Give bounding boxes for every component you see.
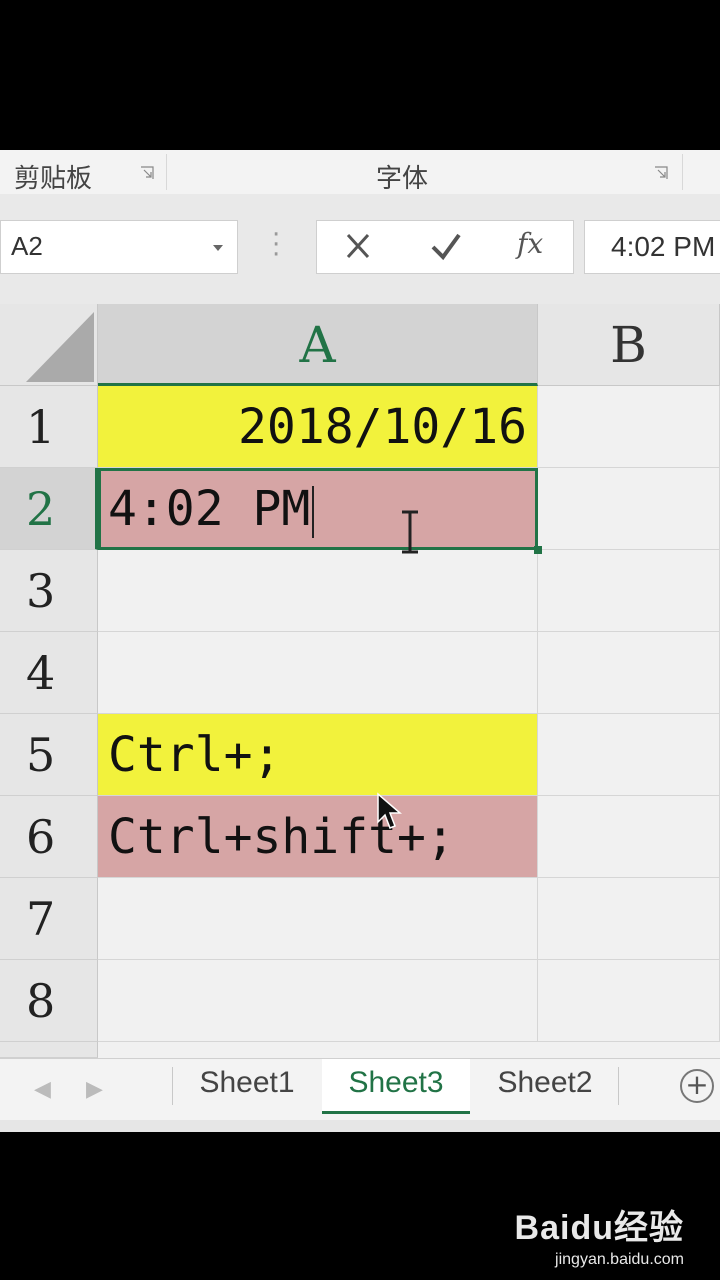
baidu-watermark: Baidu经验 jingyan.baidu.com [515, 1200, 684, 1269]
tab-sheet1[interactable]: Sheet1 [176, 1059, 318, 1111]
row-header-7[interactable]: 7 [0, 878, 98, 960]
cell-a4[interactable] [98, 632, 538, 714]
cell-b6[interactable] [538, 796, 720, 878]
cell-a2-value: 4:02 PM [108, 481, 311, 537]
tab-scroll-right-icon[interactable]: ▶ [86, 1077, 103, 1102]
close-icon[interactable] [333, 227, 383, 267]
watermark-url: jingyan.baidu.com [555, 1251, 684, 1268]
ribbon-group-labels: 剪贴板 字体 [0, 150, 720, 195]
clipboard-group-label: 剪贴板 [14, 164, 93, 194]
tab-divider [172, 1067, 173, 1105]
mouse-pointer-icon [377, 792, 402, 829]
column-header-a[interactable]: A [98, 304, 538, 386]
watermark-brand: Baidu经验 [514, 1209, 684, 1247]
name-box[interactable]: A2 [0, 220, 238, 274]
cell-a5[interactable]: Ctrl+; [98, 714, 538, 796]
row-header-4[interactable]: 4 [0, 632, 98, 714]
cell-b5[interactable] [538, 714, 720, 796]
ribbon-divider [166, 154, 167, 190]
ribbon-divider [682, 154, 683, 190]
row-header-1[interactable]: 1 [0, 386, 98, 468]
cell-b3[interactable] [538, 550, 720, 632]
cell-a7[interactable] [98, 878, 538, 960]
name-box-value: A2 [11, 231, 43, 261]
column-header-b[interactable]: B [538, 304, 720, 386]
select-all-button[interactable] [0, 304, 98, 386]
row-header-3[interactable]: 3 [0, 550, 98, 632]
cell-a6[interactable]: Ctrl+shift+; [98, 796, 538, 878]
formula-input[interactable]: 4:02 PM [584, 220, 720, 274]
text-cursor-icon [402, 510, 418, 554]
cell-b4[interactable] [538, 632, 720, 714]
insert-function-button[interactable]: fx [517, 227, 543, 260]
tab-sheet3[interactable]: Sheet3 [322, 1059, 470, 1114]
add-sheet-button[interactable]: + [680, 1069, 714, 1103]
row-header-8[interactable]: 8 [0, 960, 98, 1042]
font-group-label: 字体 [376, 164, 429, 194]
cell-b8[interactable] [538, 960, 720, 1042]
row-header-5[interactable]: 5 [0, 714, 98, 796]
formula-buttons: fx [316, 220, 574, 274]
row-header-9[interactable] [0, 1042, 98, 1058]
cell-b1[interactable] [538, 386, 720, 468]
row-header-2[interactable]: 2 [0, 468, 98, 550]
cell-a1[interactable]: 2018/10/16 [98, 386, 538, 468]
tab-divider [618, 1067, 619, 1105]
clipboard-dialog-launcher-icon[interactable] [140, 166, 154, 180]
excel-window: 剪贴板 字体 A2 · · · fx 4:02 PM A B 1 2 3 4 5… [0, 150, 720, 1132]
status-bar [0, 1120, 720, 1132]
cell-a2[interactable]: 4:02 PM [98, 468, 538, 550]
tab-sheet2[interactable]: Sheet2 [474, 1059, 616, 1111]
chevron-down-icon[interactable] [213, 245, 223, 251]
sheet-tab-bar: ◀ ▶ Sheet1 Sheet3 Sheet2 + [0, 1058, 720, 1121]
row-header-6[interactable]: 6 [0, 796, 98, 878]
worksheet-grid: A B 1 2 3 4 5 6 7 8 2018/10/16 4:02 PM C… [0, 304, 720, 1058]
select-all-triangle-icon [26, 312, 94, 382]
fill-handle[interactable] [534, 546, 542, 554]
font-dialog-launcher-icon[interactable] [654, 166, 668, 180]
formula-bar: A2 · · · fx 4:02 PM [0, 194, 720, 306]
cell-a3[interactable] [98, 550, 538, 632]
check-icon[interactable] [421, 227, 471, 267]
tab-scroll-left-icon[interactable]: ◀ [34, 1077, 51, 1102]
text-caret [312, 486, 315, 538]
formula-input-value: 4:02 PM [611, 231, 716, 262]
cell-b2[interactable] [538, 468, 720, 550]
cell-a8[interactable] [98, 960, 538, 1042]
formula-bar-resize-handle[interactable]: · · · [272, 222, 280, 268]
cell-b7[interactable] [538, 878, 720, 960]
